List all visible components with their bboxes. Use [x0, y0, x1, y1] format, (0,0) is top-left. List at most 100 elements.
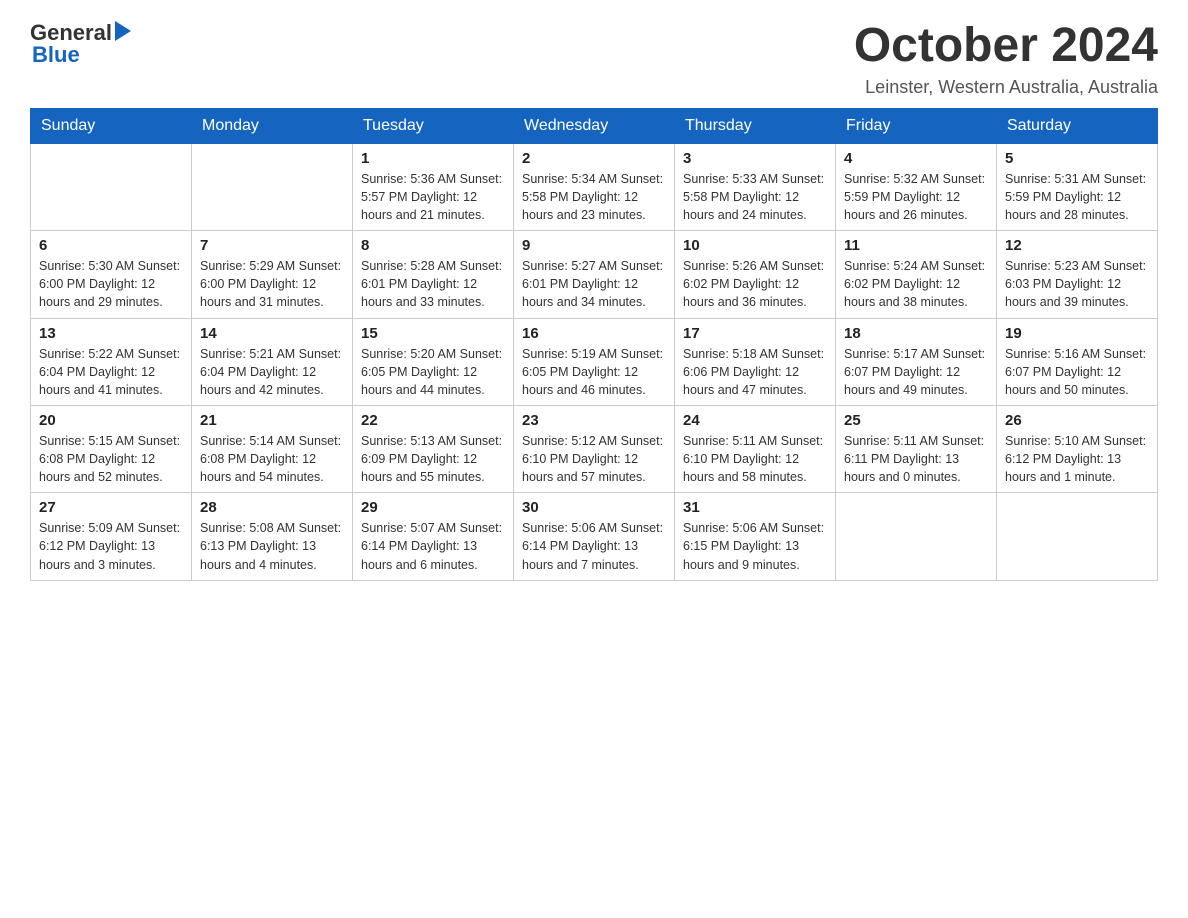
calendar-week-row: 6 Sunrise: 5:30 AM Sunset: 6:00 PM Daylig…	[31, 231, 1158, 318]
calendar-day-cell	[31, 143, 192, 230]
logo-triangle-icon	[115, 21, 131, 41]
day-number: 1	[361, 150, 505, 167]
day-info: Sunrise: 5:26 AM Sunset: 6:02 PM Dayligh…	[683, 257, 827, 311]
day-number: 23	[522, 412, 666, 429]
day-info: Sunrise: 5:36 AM Sunset: 5:57 PM Dayligh…	[361, 170, 505, 224]
day-number: 30	[522, 499, 666, 516]
day-info: Sunrise: 5:06 AM Sunset: 6:15 PM Dayligh…	[683, 519, 827, 573]
calendar-day-cell	[192, 143, 353, 230]
calendar-day-cell: 18 Sunrise: 5:17 AM Sunset: 6:07 PM Dayli…	[836, 318, 997, 405]
calendar-day-header: Wednesday	[514, 108, 675, 143]
day-info: Sunrise: 5:29 AM Sunset: 6:00 PM Dayligh…	[200, 257, 344, 311]
title-area: October 2024 Leinster, Western Australia…	[854, 20, 1158, 98]
calendar-day-cell: 29 Sunrise: 5:07 AM Sunset: 6:14 PM Dayli…	[353, 493, 514, 580]
day-number: 16	[522, 325, 666, 342]
day-number: 18	[844, 325, 988, 342]
day-number: 25	[844, 412, 988, 429]
day-info: Sunrise: 5:20 AM Sunset: 6:05 PM Dayligh…	[361, 345, 505, 399]
logo-blue-text: Blue	[32, 42, 80, 68]
day-info: Sunrise: 5:21 AM Sunset: 6:04 PM Dayligh…	[200, 345, 344, 399]
calendar-day-header: Friday	[836, 108, 997, 143]
calendar-week-row: 27 Sunrise: 5:09 AM Sunset: 6:12 PM Dayli…	[31, 493, 1158, 580]
calendar-day-header: Tuesday	[353, 108, 514, 143]
day-info: Sunrise: 5:30 AM Sunset: 6:00 PM Dayligh…	[39, 257, 183, 311]
month-title: October 2024	[854, 20, 1158, 73]
calendar-day-cell: 5Sunrise: 5:31 AM Sunset: 5:59 PM Daylig…	[997, 143, 1158, 230]
calendar-day-cell: 21 Sunrise: 5:14 AM Sunset: 6:08 PM Dayli…	[192, 405, 353, 492]
day-info: Sunrise: 5:33 AM Sunset: 5:58 PM Dayligh…	[683, 170, 827, 224]
calendar-day-header: Sunday	[31, 108, 192, 143]
calendar-day-cell: 12 Sunrise: 5:23 AM Sunset: 6:03 PM Dayli…	[997, 231, 1158, 318]
calendar-day-cell: 25 Sunrise: 5:11 AM Sunset: 6:11 PM Dayli…	[836, 405, 997, 492]
day-number: 14	[200, 325, 344, 342]
day-number: 24	[683, 412, 827, 429]
calendar-day-cell: 23 Sunrise: 5:12 AM Sunset: 6:10 PM Dayli…	[514, 405, 675, 492]
calendar-day-cell: 13Sunrise: 5:22 AM Sunset: 6:04 PM Dayli…	[31, 318, 192, 405]
day-info: Sunrise: 5:06 AM Sunset: 6:14 PM Dayligh…	[522, 519, 666, 573]
calendar-day-cell: 14 Sunrise: 5:21 AM Sunset: 6:04 PM Dayli…	[192, 318, 353, 405]
calendar-day-header: Thursday	[675, 108, 836, 143]
day-number: 15	[361, 325, 505, 342]
day-info: Sunrise: 5:27 AM Sunset: 6:01 PM Dayligh…	[522, 257, 666, 311]
calendar-day-cell: 26 Sunrise: 5:10 AM Sunset: 6:12 PM Dayli…	[997, 405, 1158, 492]
day-info: Sunrise: 5:19 AM Sunset: 6:05 PM Dayligh…	[522, 345, 666, 399]
day-info: Sunrise: 5:12 AM Sunset: 6:10 PM Dayligh…	[522, 432, 666, 486]
day-number: 6	[39, 237, 183, 254]
calendar-day-cell: 15 Sunrise: 5:20 AM Sunset: 6:05 PM Dayli…	[353, 318, 514, 405]
calendar-day-cell: 4 Sunrise: 5:32 AM Sunset: 5:59 PM Daylig…	[836, 143, 997, 230]
calendar-day-cell: 10 Sunrise: 5:26 AM Sunset: 6:02 PM Dayli…	[675, 231, 836, 318]
day-number: 22	[361, 412, 505, 429]
calendar-day-cell: 28 Sunrise: 5:08 AM Sunset: 6:13 PM Dayli…	[192, 493, 353, 580]
day-number: 27	[39, 499, 183, 516]
day-info: Sunrise: 5:28 AM Sunset: 6:01 PM Dayligh…	[361, 257, 505, 311]
day-info: Sunrise: 5:08 AM Sunset: 6:13 PM Dayligh…	[200, 519, 344, 573]
calendar-day-cell: 31 Sunrise: 5:06 AM Sunset: 6:15 PM Dayli…	[675, 493, 836, 580]
day-info: Sunrise: 5:09 AM Sunset: 6:12 PM Dayligh…	[39, 519, 183, 573]
day-info: Sunrise: 5:07 AM Sunset: 6:14 PM Dayligh…	[361, 519, 505, 573]
day-info: Sunrise: 5:10 AM Sunset: 6:12 PM Dayligh…	[1005, 432, 1149, 486]
calendar-week-row: 1 Sunrise: 5:36 AM Sunset: 5:57 PM Daylig…	[31, 143, 1158, 230]
day-number: 10	[683, 237, 827, 254]
day-info: Sunrise: 5:13 AM Sunset: 6:09 PM Dayligh…	[361, 432, 505, 486]
calendar-day-cell	[836, 493, 997, 580]
day-number: 28	[200, 499, 344, 516]
calendar-day-cell: 30 Sunrise: 5:06 AM Sunset: 6:14 PM Dayli…	[514, 493, 675, 580]
day-info: Sunrise: 5:11 AM Sunset: 6:10 PM Dayligh…	[683, 432, 827, 486]
day-number: 11	[844, 237, 988, 254]
calendar-day-cell: 20Sunrise: 5:15 AM Sunset: 6:08 PM Dayli…	[31, 405, 192, 492]
day-number: 26	[1005, 412, 1149, 429]
day-info: Sunrise: 5:15 AM Sunset: 6:08 PM Dayligh…	[39, 432, 183, 486]
calendar-day-cell	[997, 493, 1158, 580]
calendar-table: SundayMondayTuesdayWednesdayThursdayFrid…	[30, 108, 1158, 581]
day-info: Sunrise: 5:11 AM Sunset: 6:11 PM Dayligh…	[844, 432, 988, 486]
day-number: 19	[1005, 325, 1149, 342]
day-number: 5	[1005, 150, 1149, 167]
day-number: 9	[522, 237, 666, 254]
day-number: 31	[683, 499, 827, 516]
calendar-day-cell: 11Sunrise: 5:24 AM Sunset: 6:02 PM Dayli…	[836, 231, 997, 318]
day-info: Sunrise: 5:23 AM Sunset: 6:03 PM Dayligh…	[1005, 257, 1149, 311]
day-number: 21	[200, 412, 344, 429]
day-info: Sunrise: 5:14 AM Sunset: 6:08 PM Dayligh…	[200, 432, 344, 486]
calendar-day-cell: 17Sunrise: 5:18 AM Sunset: 6:06 PM Dayli…	[675, 318, 836, 405]
calendar-day-cell: 8Sunrise: 5:28 AM Sunset: 6:01 PM Daylig…	[353, 231, 514, 318]
calendar-day-cell: 24 Sunrise: 5:11 AM Sunset: 6:10 PM Dayli…	[675, 405, 836, 492]
day-info: Sunrise: 5:16 AM Sunset: 6:07 PM Dayligh…	[1005, 345, 1149, 399]
day-number: 12	[1005, 237, 1149, 254]
day-number: 29	[361, 499, 505, 516]
calendar-day-cell: 7Sunrise: 5:29 AM Sunset: 6:00 PM Daylig…	[192, 231, 353, 318]
calendar-header-row: SundayMondayTuesdayWednesdayThursdayFrid…	[31, 108, 1158, 143]
day-number: 3	[683, 150, 827, 167]
calendar-day-header: Monday	[192, 108, 353, 143]
day-info: Sunrise: 5:17 AM Sunset: 6:07 PM Dayligh…	[844, 345, 988, 399]
logo: General Blue	[30, 20, 131, 68]
calendar-day-cell: 6 Sunrise: 5:30 AM Sunset: 6:00 PM Daylig…	[31, 231, 192, 318]
day-info: Sunrise: 5:32 AM Sunset: 5:59 PM Dayligh…	[844, 170, 988, 224]
day-number: 4	[844, 150, 988, 167]
day-number: 13	[39, 325, 183, 342]
day-info: Sunrise: 5:18 AM Sunset: 6:06 PM Dayligh…	[683, 345, 827, 399]
calendar-week-row: 20Sunrise: 5:15 AM Sunset: 6:08 PM Dayli…	[31, 405, 1158, 492]
calendar-day-cell: 3 Sunrise: 5:33 AM Sunset: 5:58 PM Daylig…	[675, 143, 836, 230]
location-text: Leinster, Western Australia, Australia	[854, 77, 1158, 98]
page-header: General Blue October 2024 Leinster, West…	[30, 20, 1158, 98]
